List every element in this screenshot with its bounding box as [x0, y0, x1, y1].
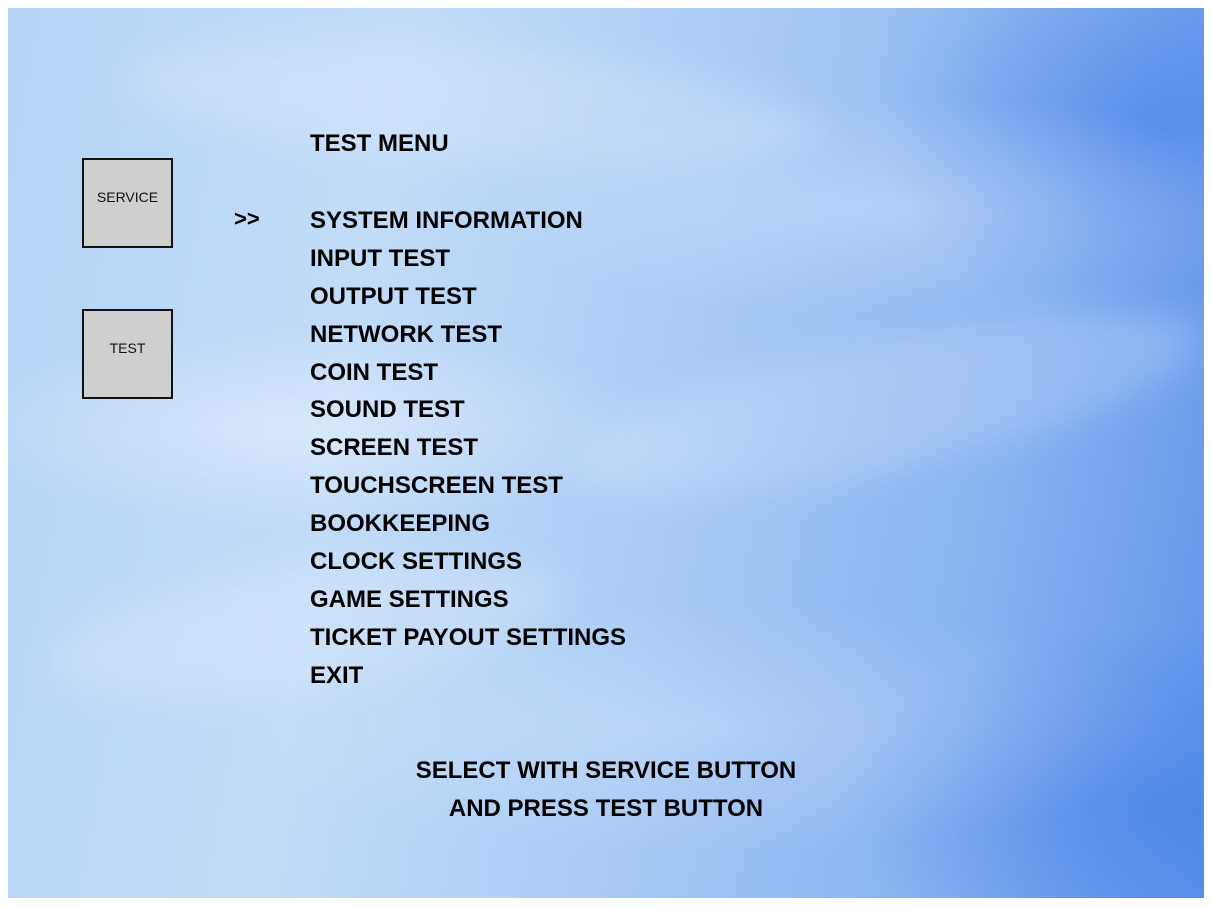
menu-item-game-settings[interactable]: GAME SETTINGS — [310, 581, 626, 619]
service-button[interactable]: SERVICE — [82, 158, 173, 248]
menu-item-system-information[interactable]: SYSTEM INFORMATION — [310, 202, 626, 240]
menu-item-ticket-payout-settings[interactable]: TICKET PAYOUT SETTINGS — [310, 619, 626, 657]
test-menu-screen: SERVICE TEST TEST MENU >> SYSTEM INFORMA… — [8, 8, 1204, 898]
instructions: SELECT WITH SERVICE BUTTON AND PRESS TES… — [8, 752, 1204, 828]
service-button-label: SERVICE — [96, 189, 159, 205]
menu-title: TEST MENU — [310, 130, 449, 157]
menu-item-exit[interactable]: EXIT — [310, 657, 626, 695]
test-button[interactable]: TEST — [82, 309, 173, 399]
menu-item-coin-test[interactable]: COIN TEST — [310, 354, 626, 392]
selection-cursor: >> — [234, 206, 260, 231]
menu-list: SYSTEM INFORMATION INPUT TEST OUTPUT TES… — [310, 202, 626, 695]
menu-item-input-test[interactable]: INPUT TEST — [310, 240, 626, 278]
background-swirl — [125, 23, 831, 183]
menu-item-sound-test[interactable]: SOUND TEST — [310, 391, 626, 429]
menu-item-output-test[interactable]: OUTPUT TEST — [310, 278, 626, 316]
instructions-line-2: AND PRESS TEST BUTTON — [448, 795, 764, 822]
background-swirl — [561, 272, 1204, 534]
menu-item-bookkeeping[interactable]: BOOKKEEPING — [310, 505, 626, 543]
menu-item-screen-test[interactable]: SCREEN TEST — [310, 429, 626, 467]
menu-item-clock-settings[interactable]: CLOCK SETTINGS — [310, 543, 626, 581]
menu-item-network-test[interactable]: NETWORK TEST — [310, 316, 626, 354]
test-button-label: TEST — [109, 340, 146, 356]
instructions-line-1: SELECT WITH SERVICE BUTTON — [415, 757, 797, 784]
menu-item-touchscreen-test[interactable]: TOUCHSCREEN TEST — [310, 467, 626, 505]
